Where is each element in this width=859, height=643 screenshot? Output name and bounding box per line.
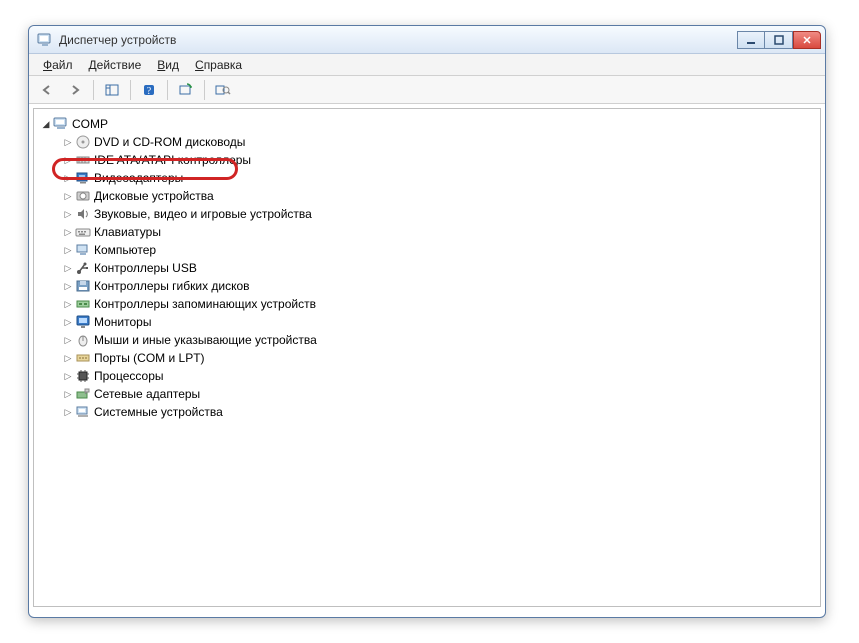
tree-root-node[interactable]: ◢ COMP	[38, 115, 816, 133]
help-button[interactable]: ?	[137, 79, 161, 101]
tree-node[interactable]: ▷ Звуковые, видео и игровые устройства	[38, 205, 816, 223]
toolbar-separator	[93, 80, 94, 100]
toolbar-separator	[130, 80, 131, 100]
tree-node[interactable]: ▷ DVD и CD-ROM дисководы	[38, 133, 816, 151]
minimize-button[interactable]	[737, 31, 765, 49]
computer-icon	[52, 116, 70, 132]
tree-node-label: Сетевые адаптеры	[92, 385, 200, 403]
cpu-icon	[74, 368, 92, 384]
tree-node[interactable]: ▷ Контроллеры USB	[38, 259, 816, 277]
expand-arrow-icon[interactable]: ▷	[62, 367, 74, 385]
tree-node[interactable]: ▷ Дисковые устройства	[38, 187, 816, 205]
disk-drive-icon	[74, 188, 92, 204]
tree-node[interactable]: ▷ Клавиатуры	[38, 223, 816, 241]
app-icon	[37, 32, 53, 48]
tree-node-label: Дисковые устройства	[92, 187, 214, 205]
svg-text:?: ?	[147, 86, 152, 97]
tree-node[interactable]: ▷ Компьютер	[38, 241, 816, 259]
toolbar: ?	[29, 76, 825, 104]
expand-arrow-icon[interactable]: ▷	[62, 133, 74, 151]
menu-action[interactable]: Действие	[81, 56, 150, 74]
expand-arrow-icon[interactable]: ▷	[62, 331, 74, 349]
tree-node[interactable]: ▷ Сетевые адаптеры	[38, 385, 816, 403]
device-tree[interactable]: ◢ COMP ▷ DVD и CD-ROM дисководы ▷ IDE AT…	[33, 108, 821, 607]
expand-arrow-icon[interactable]: ▷	[62, 385, 74, 403]
forward-button[interactable]	[63, 79, 87, 101]
keyboard-icon	[74, 224, 92, 240]
expand-arrow-icon[interactable]: ▷	[62, 241, 74, 259]
ide-icon	[74, 152, 92, 168]
close-button[interactable]	[793, 31, 821, 49]
menu-file[interactable]: Файл	[35, 56, 81, 74]
tree-node[interactable]: ▷ Порты (COM и LPT)	[38, 349, 816, 367]
tree-node-label: Клавиатуры	[92, 223, 161, 241]
mouse-icon	[74, 332, 92, 348]
tree-node-label: Контроллеры гибких дисков	[92, 277, 250, 295]
tree-node-label: Процессоры	[92, 367, 164, 385]
network-icon	[74, 386, 92, 402]
expand-arrow-icon[interactable]: ▷	[62, 349, 74, 367]
tree-node-label: Контроллеры запоминающих устройств	[92, 295, 316, 313]
tree-node[interactable]: ▷ Контроллеры запоминающих устройств	[38, 295, 816, 313]
tree-node-label: DVD и CD-ROM дисководы	[92, 133, 245, 151]
tree-node[interactable]: ▷ Системные устройства	[38, 403, 816, 421]
system-icon	[74, 404, 92, 420]
display-adapter-icon	[74, 170, 92, 186]
disc-icon	[74, 134, 92, 150]
tree-node[interactable]: ▷ Мониторы	[38, 313, 816, 331]
maximize-button[interactable]	[765, 31, 793, 49]
expand-arrow-icon[interactable]: ▷	[62, 295, 74, 313]
monitor-icon	[74, 314, 92, 330]
tree-node[interactable]: ▷ Видеоадаптеры	[38, 169, 816, 187]
tree-node-label: IDE ATA/ATAPI контроллеры	[92, 151, 251, 169]
tree-node-label: Контроллеры USB	[92, 259, 197, 277]
tree-node-label: Видеоадаптеры	[92, 169, 183, 187]
tree-node-label: Мыши и иные указывающие устройства	[92, 331, 317, 349]
properties-button[interactable]	[211, 79, 235, 101]
menu-view[interactable]: Вид	[149, 56, 187, 74]
device-manager-window: Диспетчер устройств Файл Действие Вид Сп…	[28, 25, 826, 618]
tree-node[interactable]: ▷ Мыши и иные указывающие устройства	[38, 331, 816, 349]
window-controls	[737, 31, 821, 49]
menu-help[interactable]: Справка	[187, 56, 250, 74]
storage-controller-icon	[74, 296, 92, 312]
expand-arrow-icon[interactable]: ▷	[62, 223, 74, 241]
expand-arrow-icon[interactable]: ▷	[62, 151, 74, 169]
tree-node-label: Порты (COM и LPT)	[92, 349, 205, 367]
statusbar	[29, 611, 825, 617]
tree-node[interactable]: ▷ IDE ATA/ATAPI контроллеры	[38, 151, 816, 169]
expand-arrow-icon[interactable]: ▷	[62, 259, 74, 277]
expand-arrow-icon[interactable]: ▷	[62, 169, 74, 187]
expand-arrow-icon[interactable]: ▷	[62, 277, 74, 295]
tree-node-label: Звуковые, видео и игровые устройства	[92, 205, 312, 223]
expand-arrow-icon[interactable]: ▷	[62, 205, 74, 223]
show-hide-tree-button[interactable]	[100, 79, 124, 101]
floppy-controller-icon	[74, 278, 92, 294]
tree-node[interactable]: ▷ Процессоры	[38, 367, 816, 385]
tree-node-label: COMP	[70, 115, 108, 133]
expand-arrow-icon[interactable]: ▷	[62, 187, 74, 205]
tree-node-label: Мониторы	[92, 313, 151, 331]
scan-hardware-button[interactable]	[174, 79, 198, 101]
tree-node-label: Системные устройства	[92, 403, 223, 421]
sound-icon	[74, 206, 92, 222]
port-icon	[74, 350, 92, 366]
expand-arrow-icon[interactable]: ▷	[62, 313, 74, 331]
toolbar-separator	[204, 80, 205, 100]
tree-node[interactable]: ▷ Контроллеры гибких дисков	[38, 277, 816, 295]
expand-arrow-icon[interactable]: ◢	[40, 115, 52, 133]
back-button[interactable]	[35, 79, 59, 101]
toolbar-separator	[167, 80, 168, 100]
usb-icon	[74, 260, 92, 276]
expand-arrow-icon[interactable]: ▷	[62, 403, 74, 421]
tree-node-label: Компьютер	[92, 241, 156, 259]
computer-small-icon	[74, 242, 92, 258]
titlebar[interactable]: Диспетчер устройств	[29, 26, 825, 54]
window-title: Диспетчер устройств	[59, 33, 737, 47]
menubar: Файл Действие Вид Справка	[29, 54, 825, 76]
